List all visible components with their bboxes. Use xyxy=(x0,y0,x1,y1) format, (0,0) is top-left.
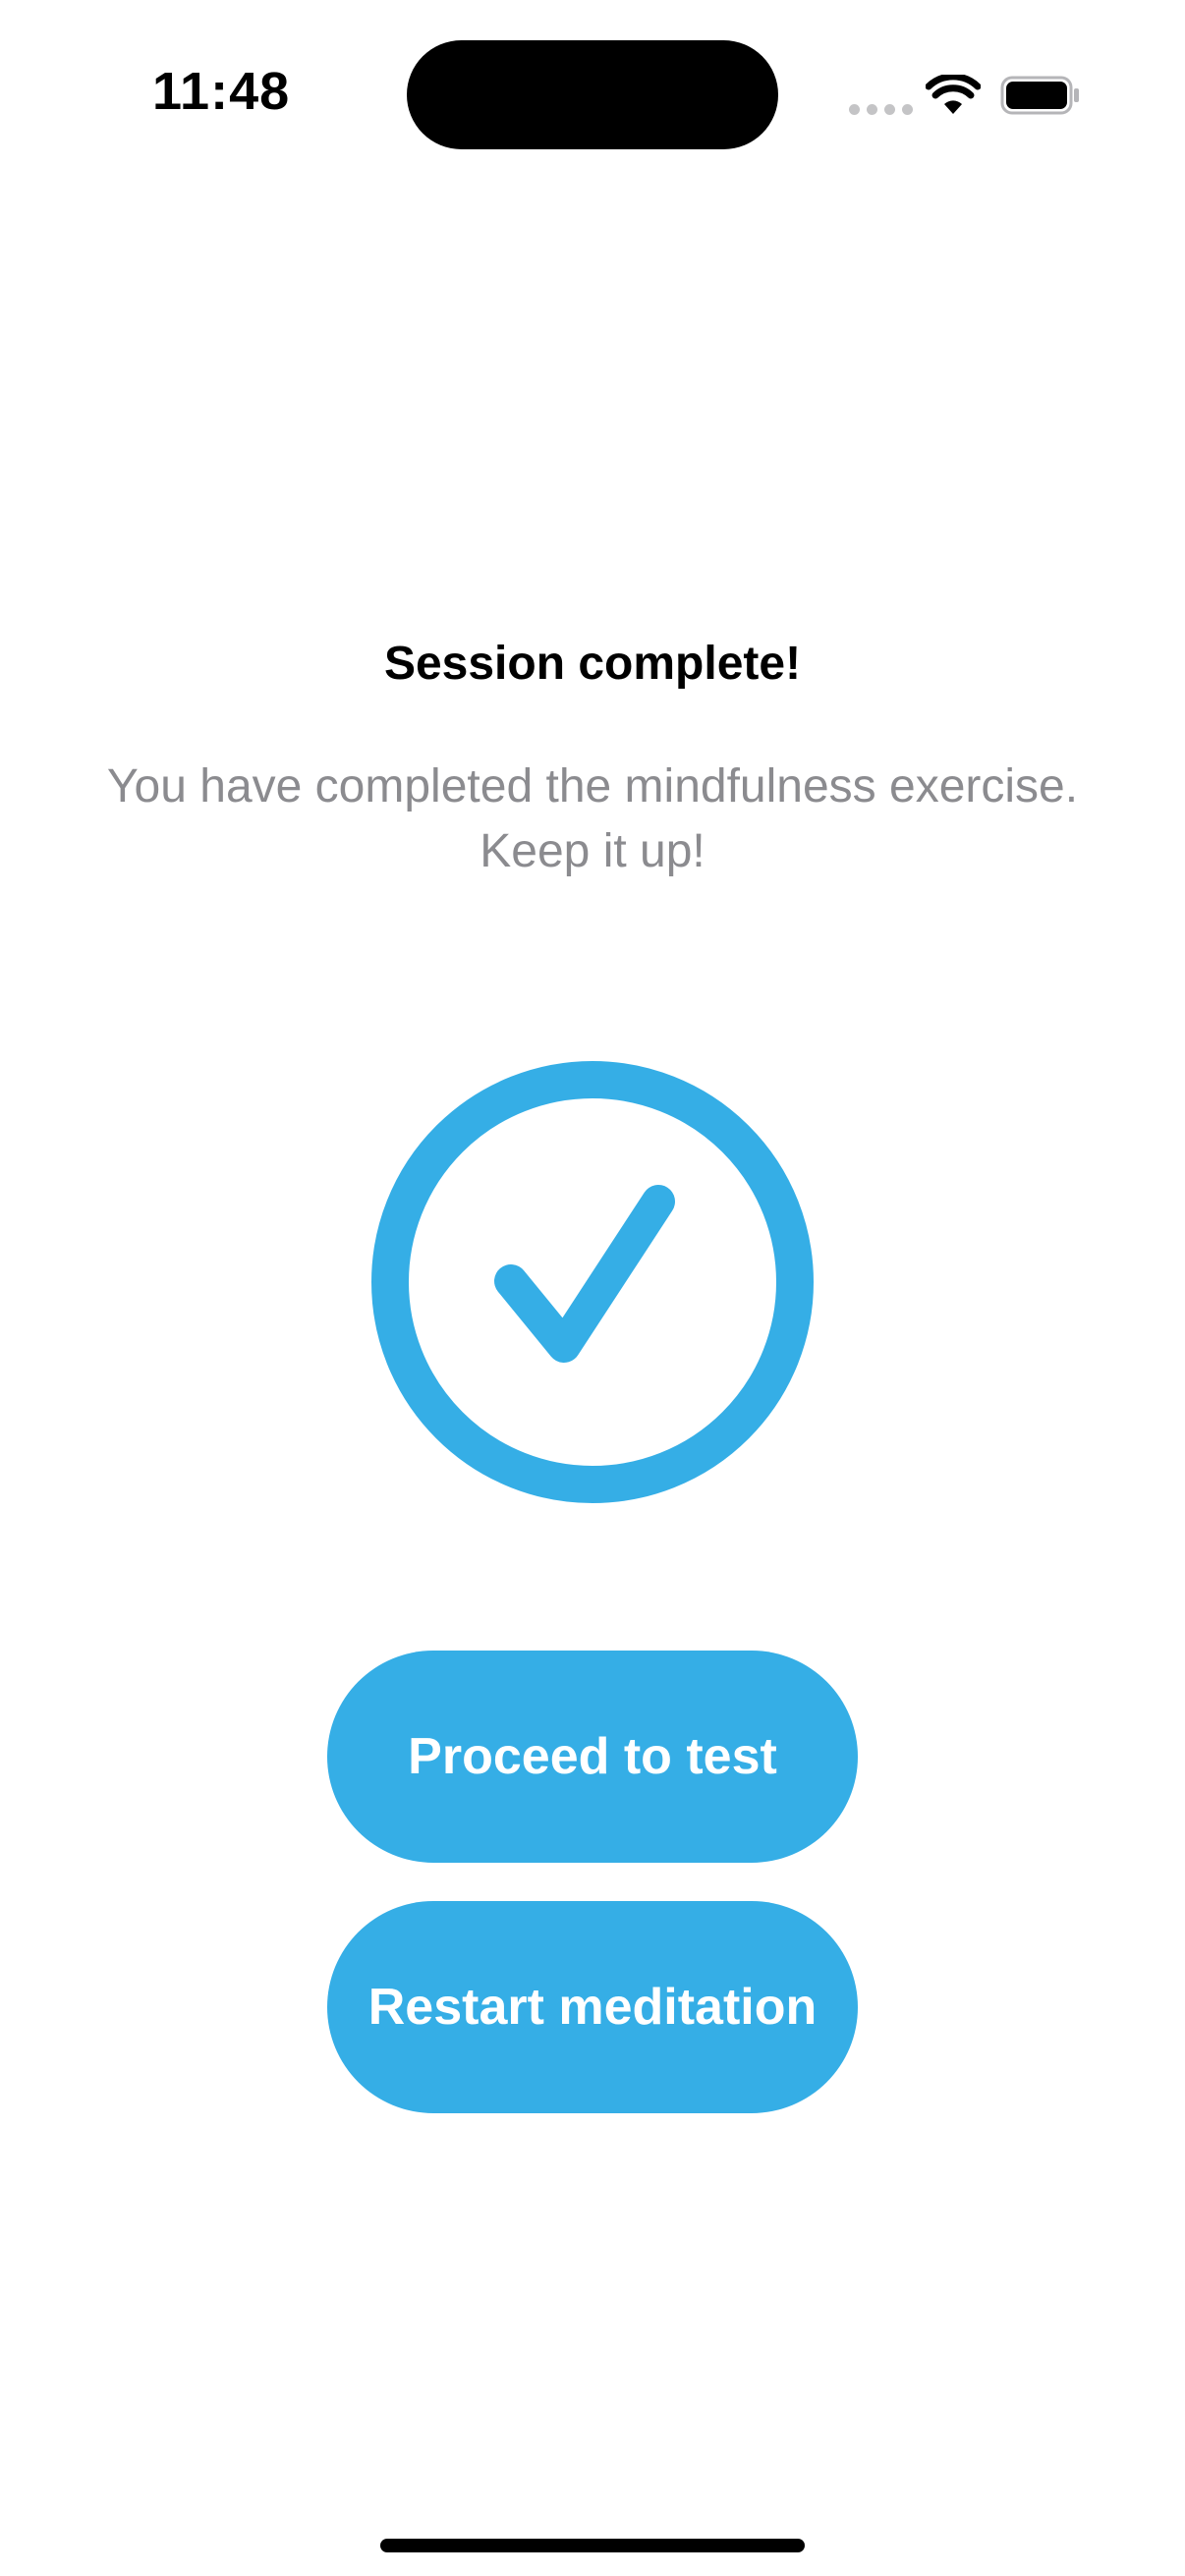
home-indicator[interactable] xyxy=(380,2539,805,2552)
checkmark-circle-icon xyxy=(371,1061,814,1503)
page-title: Session complete! xyxy=(383,638,802,690)
dynamic-island xyxy=(407,40,778,149)
status-bar: 11:48 xyxy=(0,0,1185,187)
battery-icon xyxy=(1000,76,1079,115)
signal-dots-icon xyxy=(849,104,913,115)
wifi-icon xyxy=(926,75,981,114)
proceed-to-test-button[interactable]: Proceed to test xyxy=(327,1651,858,1863)
completion-message: You have completed the mindfulness exerc… xyxy=(106,760,1079,877)
status-time: 11:48 xyxy=(152,62,291,121)
restart-meditation-button[interactable]: Restart meditation xyxy=(327,1901,858,2113)
